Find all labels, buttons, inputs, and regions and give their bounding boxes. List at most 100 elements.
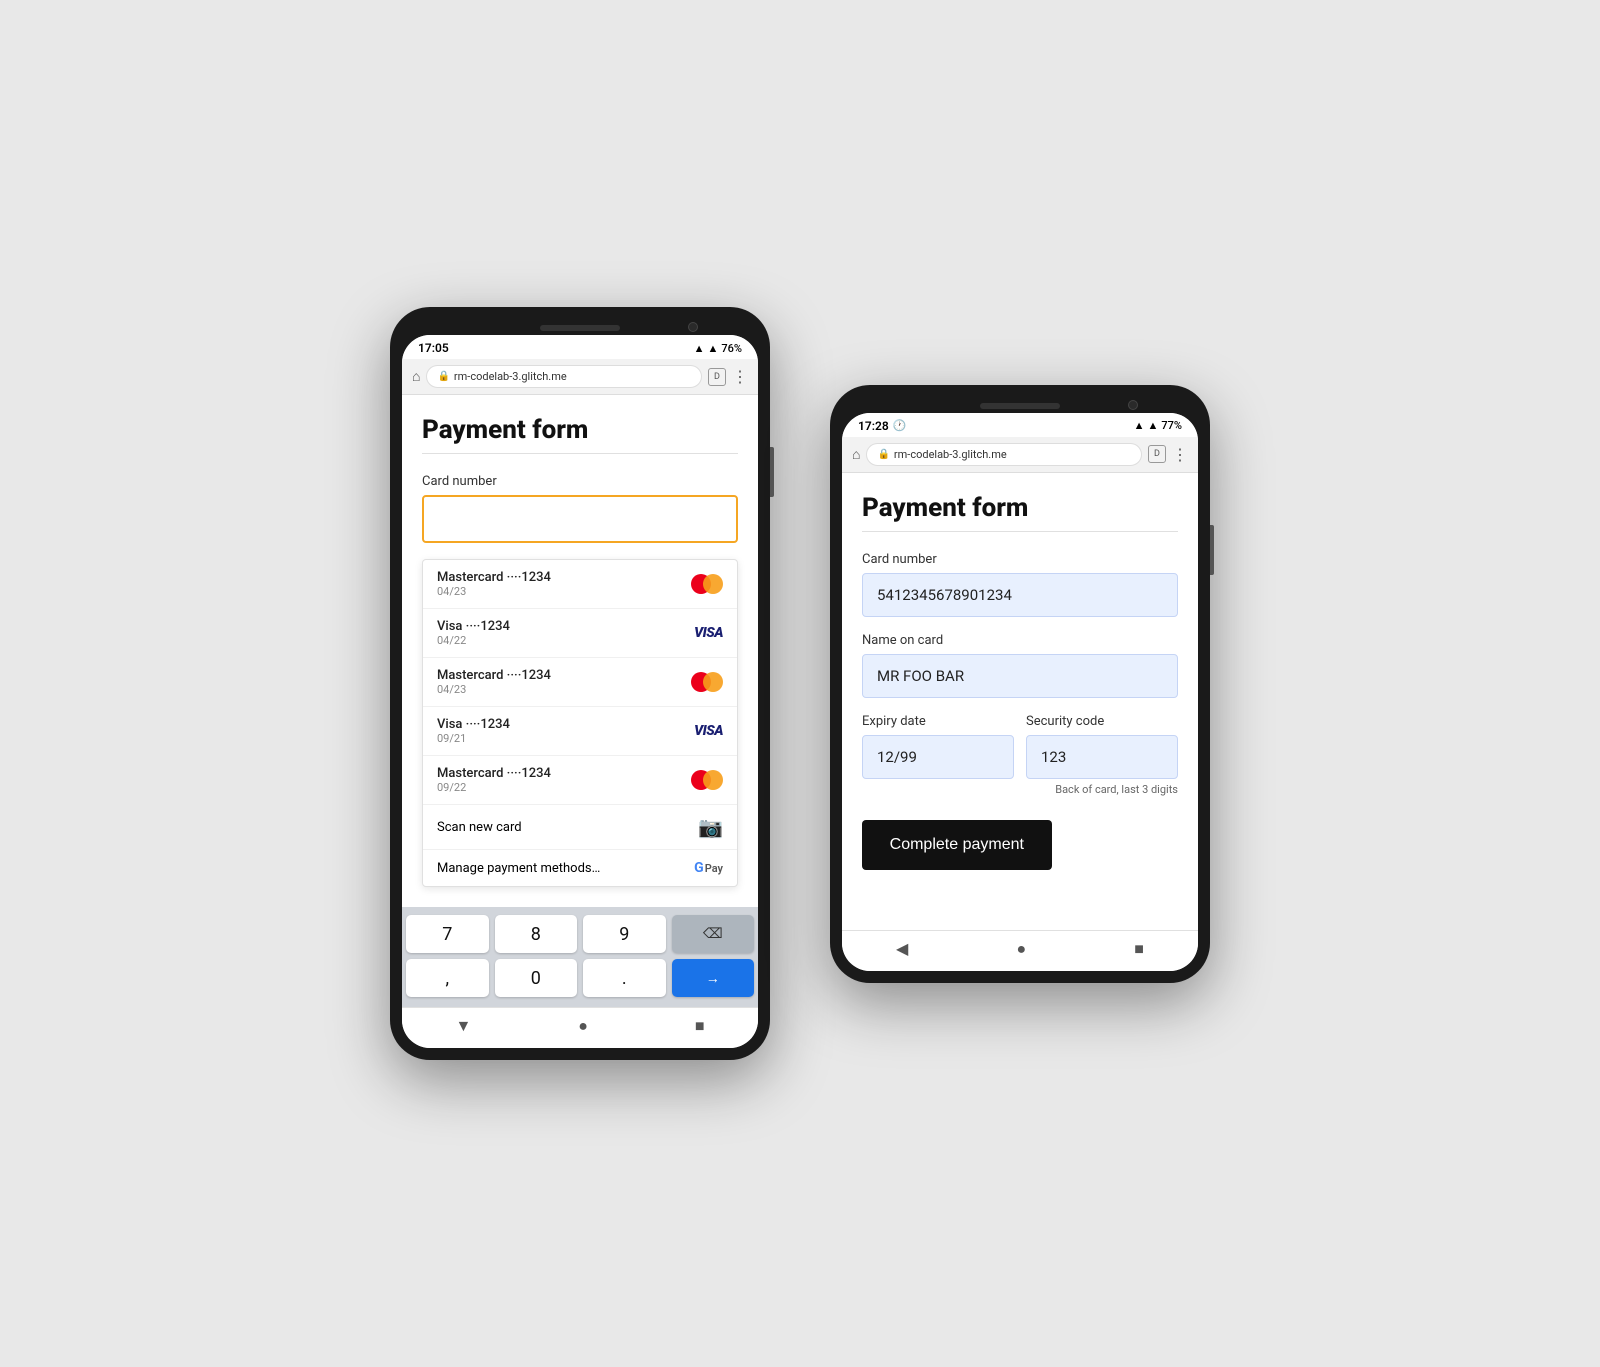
security-col: Security code 123 Back of card, last 3 d… bbox=[1026, 714, 1178, 796]
nav-recents-icon-left[interactable]: ■ bbox=[695, 1016, 705, 1036]
camera-right bbox=[1128, 400, 1138, 410]
expiry-label-right: Expiry date bbox=[862, 714, 1014, 729]
security-label-right: Security code bbox=[1026, 714, 1178, 729]
key-7[interactable]: 7 bbox=[406, 915, 489, 953]
lock-icon-right: 🔒 bbox=[877, 449, 889, 460]
autocomplete-item-0[interactable]: Mastercard ····1234 04/23 bbox=[423, 560, 737, 609]
signal-icon-left: ▲ bbox=[708, 342, 719, 355]
card-number-value-right[interactable]: 5412345678901234 bbox=[862, 573, 1178, 617]
visa-icon-1: VISA bbox=[694, 625, 723, 641]
key-comma[interactable]: , bbox=[406, 959, 489, 997]
autocomplete-item-4[interactable]: Mastercard ····1234 09/22 bbox=[423, 756, 737, 805]
security-value-right[interactable]: 123 bbox=[1026, 735, 1178, 779]
browser-bar-left: ⌂ 🔒 rm-codelab-3.glitch.me D ⋮ bbox=[402, 359, 758, 395]
keyboard-row-1: 7 8 9 ⌫ bbox=[406, 915, 754, 953]
signal-icon-right: ▲ bbox=[1148, 419, 1159, 432]
mastercard-icon-2 bbox=[691, 672, 723, 692]
name-on-card-label-right: Name on card bbox=[862, 633, 1178, 648]
status-bar-right: 17:28 🕐 ▲ ▲ 77% bbox=[842, 413, 1198, 437]
notch-right bbox=[842, 397, 1198, 413]
url-text-left: rm-codelab-3.glitch.me bbox=[454, 370, 567, 383]
nav-bar-left: ▼ ● ■ bbox=[402, 1007, 758, 1048]
home-icon-left[interactable]: ⌂ bbox=[412, 368, 420, 385]
wifi-icon-right: ▲ bbox=[1134, 419, 1145, 432]
tab-icon-left[interactable]: D bbox=[708, 368, 726, 386]
tab-icon-right[interactable]: D bbox=[1148, 445, 1166, 463]
autocomplete-item-2[interactable]: Mastercard ····1234 04/23 bbox=[423, 658, 737, 707]
page-title-right: Payment form bbox=[862, 493, 1178, 523]
mastercard-icon-4 bbox=[691, 770, 723, 790]
url-box-left[interactable]: 🔒 rm-codelab-3.glitch.me bbox=[426, 365, 702, 388]
status-time-right: 17:28 bbox=[858, 419, 889, 433]
expiry-col: Expiry date 12/99 bbox=[862, 714, 1014, 796]
key-enter[interactable]: → bbox=[672, 959, 755, 997]
camera-scan-icon: 📷 bbox=[698, 815, 723, 839]
key-9[interactable]: 9 bbox=[583, 915, 666, 953]
screen-right: 17:28 🕐 ▲ ▲ 77% ⌂ 🔒 rm-codelab-3.glitch.… bbox=[842, 413, 1198, 971]
page-content-right: Payment form Card number 541234567890123… bbox=[842, 473, 1198, 890]
manage-payment-item[interactable]: Manage payment methods… GPay bbox=[423, 850, 737, 886]
autocomplete-item-1[interactable]: Visa ····1234 04/22 VISA bbox=[423, 609, 737, 658]
phone-frame-right: 17:28 🕐 ▲ ▲ 77% ⌂ 🔒 rm-codelab-3.glitch.… bbox=[830, 385, 1210, 983]
nav-home-icon-right[interactable]: ● bbox=[1016, 939, 1026, 959]
complete-payment-button[interactable]: Complete payment bbox=[862, 820, 1052, 870]
notch-left bbox=[402, 319, 758, 335]
name-on-card-group-right: Name on card MR FOO BAR bbox=[862, 633, 1178, 698]
url-box-right[interactable]: 🔒 rm-codelab-3.glitch.me bbox=[866, 443, 1142, 466]
nav-back-icon-right[interactable]: ◀ bbox=[896, 939, 908, 958]
phone-right: 17:28 🕐 ▲ ▲ 77% ⌂ 🔒 rm-codelab-3.glitch.… bbox=[830, 385, 1210, 983]
key-backspace[interactable]: ⌫ bbox=[672, 915, 755, 953]
keyboard-row-2: , 0 . → bbox=[406, 959, 754, 997]
key-8[interactable]: 8 bbox=[495, 915, 578, 953]
battery-icon-right: 77% bbox=[1161, 419, 1182, 432]
nav-back-icon-left[interactable]: ▼ bbox=[455, 1016, 471, 1036]
phone-frame-left: 17:05 ▲ ▲ 76% ⌂ 🔒 rm-codelab-3.glitch.me… bbox=[390, 307, 770, 1060]
page-content-left: Payment form Card number Mastercard ····… bbox=[402, 395, 758, 907]
status-icons-left: ▲ ▲ 76% bbox=[694, 342, 742, 355]
menu-icon-left[interactable]: ⋮ bbox=[732, 367, 748, 386]
wifi-icon-left: ▲ bbox=[694, 342, 705, 355]
gpay-icon: GPay bbox=[694, 860, 723, 876]
card-number-input-left[interactable] bbox=[422, 495, 738, 543]
phone-left: 17:05 ▲ ▲ 76% ⌂ 🔒 rm-codelab-3.glitch.me… bbox=[390, 307, 770, 1060]
expiry-security-row: Expiry date 12/99 Security code 123 Back… bbox=[862, 714, 1178, 796]
autocomplete-item-3[interactable]: Visa ····1234 09/21 VISA bbox=[423, 707, 737, 756]
status-time-left: 17:05 bbox=[418, 341, 449, 355]
title-divider-right bbox=[862, 531, 1178, 532]
card-number-field-left: Card number bbox=[422, 474, 738, 543]
clock-icon-right: 🕐 bbox=[893, 419, 907, 432]
mastercard-icon-0 bbox=[691, 574, 723, 594]
battery-icon-left: 76% bbox=[721, 342, 742, 355]
security-hint-right: Back of card, last 3 digits bbox=[1026, 783, 1178, 796]
autocomplete-dropdown: Mastercard ····1234 04/23 Visa ····1234 … bbox=[422, 559, 738, 887]
card-number-group-right: Card number 5412345678901234 bbox=[862, 552, 1178, 617]
url-text-right: rm-codelab-3.glitch.me bbox=[894, 448, 1007, 461]
keyboard-left: 7 8 9 ⌫ , 0 . → bbox=[402, 907, 758, 1007]
nav-recents-icon-right[interactable]: ■ bbox=[1134, 939, 1144, 959]
speaker-right bbox=[980, 403, 1060, 409]
lock-icon-left: 🔒 bbox=[437, 371, 449, 382]
scan-new-card-label: Scan new card bbox=[437, 820, 522, 835]
screen-left: 17:05 ▲ ▲ 76% ⌂ 🔒 rm-codelab-3.glitch.me… bbox=[402, 335, 758, 1048]
key-period[interactable]: . bbox=[583, 959, 666, 997]
home-icon-right[interactable]: ⌂ bbox=[852, 446, 860, 463]
expiry-value-right[interactable]: 12/99 bbox=[862, 735, 1014, 779]
key-0[interactable]: 0 bbox=[495, 959, 578, 997]
visa-icon-3: VISA bbox=[694, 723, 723, 739]
camera-left bbox=[688, 322, 698, 332]
side-button-left bbox=[770, 447, 774, 497]
browser-bar-right: ⌂ 🔒 rm-codelab-3.glitch.me D ⋮ bbox=[842, 437, 1198, 473]
nav-home-icon-left[interactable]: ● bbox=[578, 1016, 588, 1036]
status-icons-right: ▲ ▲ 77% bbox=[1134, 419, 1182, 432]
speaker-left bbox=[540, 325, 620, 331]
scan-new-card-item[interactable]: Scan new card 📷 bbox=[423, 805, 737, 850]
title-divider-left bbox=[422, 453, 738, 454]
card-number-label-right: Card number bbox=[862, 552, 1178, 567]
manage-payment-label: Manage payment methods… bbox=[437, 861, 600, 876]
page-title-left: Payment form bbox=[422, 415, 738, 445]
name-on-card-value-right[interactable]: MR FOO BAR bbox=[862, 654, 1178, 698]
card-number-label-left: Card number bbox=[422, 474, 738, 489]
status-bar-left: 17:05 ▲ ▲ 76% bbox=[402, 335, 758, 359]
menu-icon-right[interactable]: ⋮ bbox=[1172, 445, 1188, 464]
nav-bar-right: ◀ ● ■ bbox=[842, 930, 1198, 971]
